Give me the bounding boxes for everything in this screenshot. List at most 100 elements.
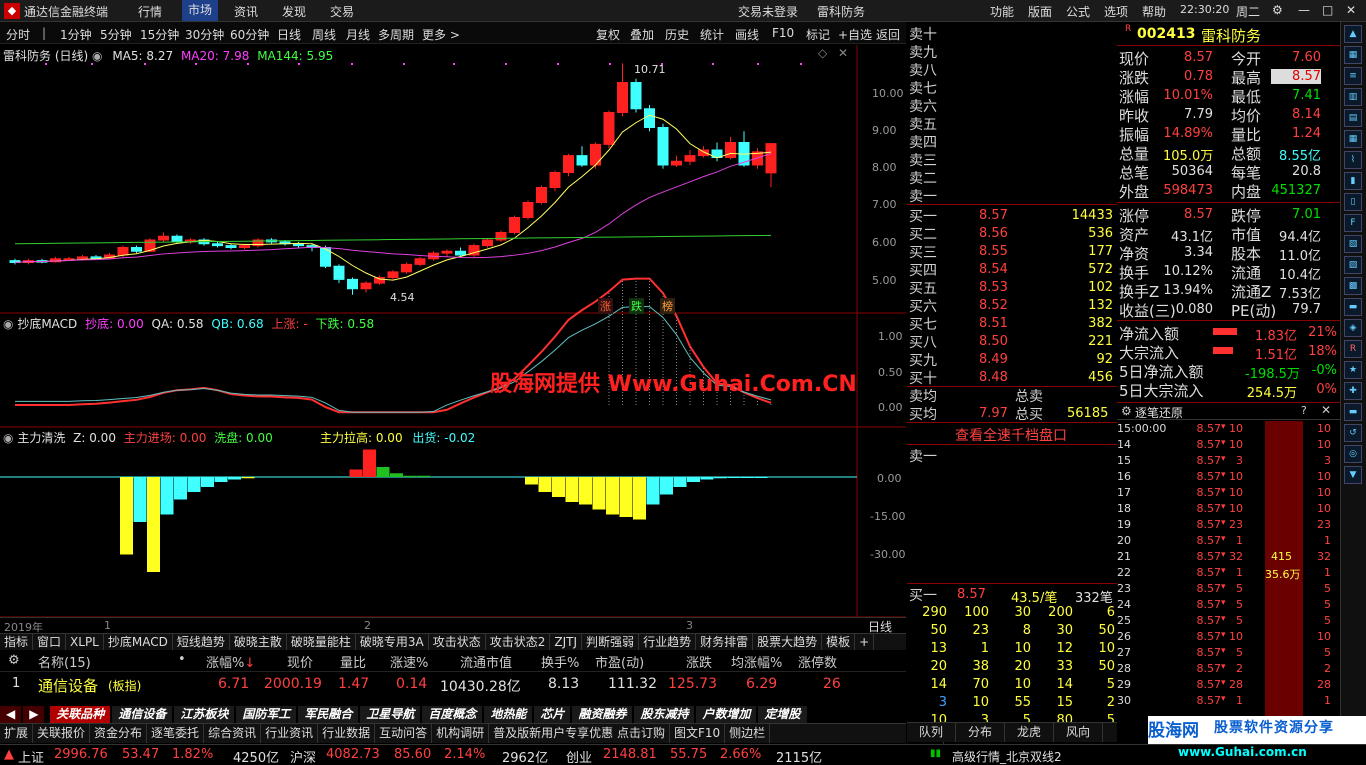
btn-fuquan[interactable]: 复权	[596, 26, 620, 43]
block-tab-7[interactable]: 地热能	[484, 706, 535, 723]
sell-level-3[interactable]: 卖三	[909, 150, 937, 170]
buy-level-5[interactable]: 买五	[909, 278, 937, 298]
indicator-tab-15[interactable]: 模板	[822, 634, 856, 650]
sidebar-doc-icon[interactable]: ▨	[1344, 256, 1362, 274]
sidebar-table-icon[interactable]: ▤	[1344, 109, 1362, 127]
bottom-tab-2[interactable]: 资金分布	[90, 724, 148, 743]
sidebar-bars-icon[interactable]: ▬	[1344, 298, 1362, 316]
col-liutong[interactable]: 流通市值	[460, 652, 512, 671]
indicator-tab-7[interactable]: 破晓专用3A	[356, 634, 429, 650]
buy-level-3[interactable]: 买三	[909, 242, 937, 262]
indicator-tab-13[interactable]: 财务排雷	[696, 634, 754, 650]
menu-xuanxiang[interactable]: 选项	[1104, 3, 1128, 20]
right-tab-3[interactable]: 风向	[1054, 723, 1104, 742]
server-status[interactable]: 高级行情_北京双线2	[952, 748, 1062, 765]
period-weekly[interactable]: 周线	[312, 26, 336, 43]
right-tab-0[interactable]: 队列	[907, 723, 957, 742]
sidebar-find-icon[interactable]: ◎	[1344, 445, 1362, 463]
bottom-tab-0[interactable]: 扩展	[0, 724, 34, 743]
col-zhangdie[interactable]: 涨跌	[686, 652, 712, 671]
bottom-tab-1[interactable]: 关联报价	[33, 724, 91, 743]
indicator-tab-9[interactable]: 攻击状态2	[486, 634, 551, 650]
period-15min[interactable]: 15分钟	[140, 26, 179, 43]
block-tab-10[interactable]: 股东减持	[634, 706, 697, 723]
indicator-tab-12[interactable]: 行业趋势	[639, 634, 697, 650]
bottom-tab-10[interactable]: 图文F10	[670, 724, 726, 743]
indicator-tab-10[interactable]: ZJTJ	[550, 634, 583, 650]
close-icon[interactable]: ✕	[1346, 3, 1356, 17]
sidebar-chart-icon[interactable]: ▥	[1344, 88, 1362, 106]
chart-expand-icon[interactable]: ◇	[818, 46, 827, 60]
buy-level-10[interactable]: 买十	[909, 368, 937, 388]
col-xianjia[interactable]: 现价	[287, 652, 313, 671]
menu-banmian[interactable]: 版面	[1028, 3, 1052, 20]
trade-status[interactable]: 交易未登录	[738, 3, 798, 20]
block-tab-1[interactable]: 通信设备	[112, 706, 175, 723]
block-tab-2[interactable]: 江苏板块	[174, 706, 237, 723]
block-tab-4[interactable]: 军民融合	[298, 706, 361, 723]
table-settings-icon[interactable]: ⚙	[8, 653, 20, 668]
ticks-filter-icon[interactable]: ?	[1301, 404, 1307, 417]
macd-settings-icon[interactable]: ◉	[3, 317, 13, 331]
zdb-die[interactable]: 跌	[629, 298, 644, 314]
col-zhangsu[interactable]: 涨速%	[390, 652, 428, 671]
chart-close-icon[interactable]: ✕	[838, 46, 848, 60]
block-tab-12[interactable]: 定增股	[758, 706, 809, 723]
menu-hangqing[interactable]: 行情	[138, 3, 162, 20]
block-tab-3[interactable]: 国防军工	[236, 706, 299, 723]
menu-shichang[interactable]: 市场	[182, 0, 219, 21]
btn-biaoji[interactable]: 标记	[806, 26, 830, 43]
sell-level-10[interactable]: 卖十	[909, 24, 937, 44]
block-nav-left-icon[interactable]: ◀	[0, 706, 24, 723]
period-more[interactable]: 更多 >	[422, 26, 460, 43]
ticks-close-icon[interactable]: ✕	[1321, 403, 1331, 417]
sidebar-fund-icon[interactable]: ◈	[1344, 319, 1362, 337]
btn-back[interactable]: 返回	[876, 26, 900, 43]
sidebar-down-icon[interactable]: ▼	[1344, 466, 1362, 484]
col-shiying[interactable]: 市盈(动)	[595, 652, 644, 671]
buy-level-8[interactable]: 买八	[909, 332, 937, 352]
buy-level-1[interactable]: 买一	[909, 206, 937, 226]
block-tab-8[interactable]: 芯片	[534, 706, 573, 723]
block-tab-11[interactable]: 户数增加	[696, 706, 759, 723]
bottom-tab-4[interactable]: 综合资讯	[204, 724, 262, 743]
bottom-tab-9[interactable]: 普及版新用户专享优惠 点击订购	[489, 724, 670, 743]
cy-label[interactable]: 创业	[566, 747, 592, 765]
sidebar-stats-icon[interactable]: ▩	[1344, 277, 1362, 295]
menu-gongneng[interactable]: 功能	[990, 3, 1014, 20]
sell-level-8[interactable]: 卖八	[909, 60, 937, 80]
sidebar-candle-icon[interactable]: ▮	[1344, 172, 1362, 190]
zdb-zhang[interactable]: 涨	[598, 298, 613, 314]
sidebar-list-icon[interactable]: ≡	[1344, 67, 1362, 85]
minimize-icon[interactable]: —	[1298, 3, 1310, 17]
sidebar-kline-icon[interactable]: ▯	[1344, 193, 1362, 211]
right-tab-1[interactable]: 分布	[956, 723, 1006, 742]
period-multi[interactable]: 多周期	[378, 26, 414, 43]
sidebar-news-icon[interactable]: ▧	[1344, 235, 1362, 253]
indicator-tab-6[interactable]: 破晓量能柱	[287, 634, 356, 650]
maximize-icon[interactable]: □	[1322, 3, 1333, 17]
buy-level-9[interactable]: 买九	[909, 350, 937, 370]
sell-level-1[interactable]: 卖一	[909, 186, 937, 206]
period-30min[interactable]: 30分钟	[185, 26, 224, 43]
block-tab-6[interactable]: 百度概念	[422, 706, 485, 723]
buy-level-6[interactable]: 买六	[909, 296, 937, 316]
btn-tongji[interactable]: 统计	[700, 26, 724, 43]
bottom-tab-8[interactable]: 机构调研	[432, 724, 490, 743]
indicator-tab-0[interactable]: 指标	[0, 634, 34, 650]
bottom-tab-5[interactable]: 行业资讯	[261, 724, 319, 743]
btn-diejia[interactable]: 叠加	[630, 26, 654, 43]
block-tab-5[interactable]: 卫星导航	[360, 706, 423, 723]
bottom-tab-3[interactable]: 逐笔委托	[147, 724, 205, 743]
sidebar-back-icon[interactable]: ↺	[1344, 424, 1362, 442]
sidebar-rsi-icon[interactable]: R	[1344, 340, 1362, 358]
sell-level-7[interactable]: 卖七	[909, 78, 937, 98]
bottom-tab-11[interactable]: 侧边栏	[725, 724, 771, 743]
sell-level-9[interactable]: 卖九	[909, 42, 937, 62]
menu-jiaoyi[interactable]: 交易	[330, 3, 354, 20]
ticks-settings-icon[interactable]: ⚙	[1121, 404, 1132, 418]
sell-level-6[interactable]: 卖六	[909, 96, 937, 116]
sidebar-line-icon[interactable]: ⌇	[1344, 151, 1362, 169]
period-fenshi[interactable]: 分时	[6, 26, 30, 43]
col-name[interactable]: 名称(15)	[38, 652, 91, 671]
